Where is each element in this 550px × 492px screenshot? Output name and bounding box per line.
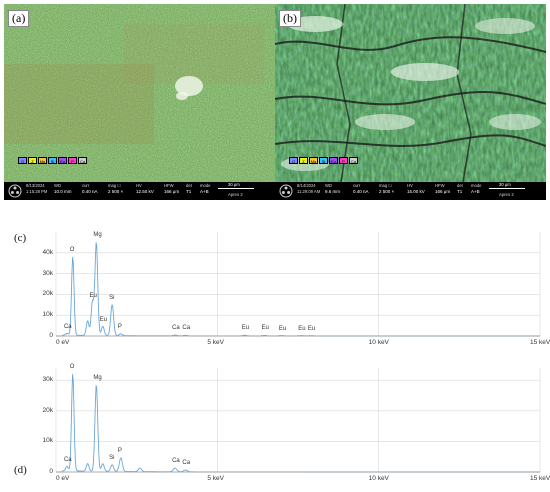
spectrum-svg-d <box>55 368 541 473</box>
det-a: T1 <box>186 189 192 194</box>
y-tick-label: 0 <box>49 332 53 339</box>
peak-label: Mg <box>93 374 102 381</box>
y-tick-label: 10k <box>42 437 53 445</box>
legend-o-b: O <box>289 157 298 164</box>
element-legend-a: O Z Mg Si Eu P Ca <box>18 150 88 164</box>
legend-ca-b: Ca <box>349 157 358 164</box>
peak-label: P <box>117 324 122 331</box>
peak-label: Ca <box>172 458 180 465</box>
peak-label: O <box>69 364 75 371</box>
info-bar-a: 8/13/2024 1:15:28 PM WD 10.0 mm curr 0.40 n… <box>4 182 275 200</box>
time-b: 11:29:09 AM <box>297 189 321 194</box>
hfw-a: 166 μm <box>164 189 180 194</box>
element-legend-b: O Z Mg Si Eu P Ca <box>289 150 359 164</box>
x-tick-label: 5 keV <box>207 475 224 482</box>
sem-panel-b: (b) O Z Mg Si Eu P Ca 8/14/2024 11:29:09 AM WD 9… <box>275 4 546 200</box>
panel-label-b: (b) <box>279 10 301 27</box>
x-tick-label: 15 keV <box>530 339 550 346</box>
mag-b: 2 500 × <box>379 189 395 194</box>
x-tick-label: 10 keV <box>368 339 389 346</box>
legend-p-b: P <box>339 157 348 164</box>
peak-label: Eu <box>99 316 108 323</box>
wd-a: 10.0 mm <box>54 189 72 194</box>
peak-label: O <box>69 246 75 253</box>
y-tick-label: 30k <box>42 376 53 384</box>
eds-spectrum-d: (d) 0 eV 5 keV 10 keV 15 keV 0 10k 20k 30k Ca O Mg… <box>0 362 550 488</box>
mode-b: A+B <box>471 189 480 194</box>
x-tick-label: 5 keV <box>207 339 224 346</box>
hfw-b: 166 μm <box>435 189 451 194</box>
microscope-logo-icon <box>8 184 22 198</box>
peak-label: Si <box>109 294 115 301</box>
wd-b: 9.6 mm <box>325 189 341 194</box>
microscope-logo-icon <box>279 184 293 198</box>
legend-p-a: P <box>68 157 77 164</box>
spectrum-line <box>56 374 540 473</box>
peak-label: Eu <box>241 325 250 332</box>
panel-label-a: (a) <box>8 10 30 27</box>
det-b: T1 <box>457 189 463 194</box>
scale-label-a: 30 μm <box>228 182 240 187</box>
legend-eu-b: Eu <box>329 157 338 164</box>
operator-b: Apreo 2 <box>499 192 514 197</box>
legend-z-b: Z <box>299 157 308 164</box>
legend-mg-b: Mg <box>309 157 318 164</box>
peak-label: Mg <box>93 232 102 239</box>
peak-label: Eu <box>298 325 306 332</box>
x-tick-label: 0 eV <box>56 475 70 482</box>
y-tick-label: 20k <box>42 406 53 414</box>
legend-z-a: Z <box>28 157 37 164</box>
legend-si-b: Si <box>319 157 328 164</box>
legend-si-a: Si <box>48 157 57 164</box>
peak-label: Ca <box>182 460 191 467</box>
eds-spectrum-c: (c) 0 eV 5 keV 10 keV 15 keV 0 10k 20k 30k 40k Ca… <box>0 226 550 358</box>
legend-o-a: O <box>18 157 27 164</box>
peak-label: Eu <box>307 325 316 332</box>
y-tick-label: 40k <box>42 248 53 256</box>
legend-eu-a: Eu <box>58 157 67 164</box>
legend-ca-a: Ca <box>78 157 87 164</box>
hv-b: 15.00 kV <box>407 189 425 194</box>
info-bar-b: 8/14/2024 11:29:09 AM WD 9.6 mm curr 0.40 n… <box>275 182 546 200</box>
curr-a: 0.40 nA <box>82 189 98 194</box>
scale-label-b: 30 μm <box>499 182 511 187</box>
operator-a: Apreo 2 <box>228 192 243 197</box>
legend-mg-a: Mg <box>38 157 47 164</box>
peak-label: Si <box>109 455 115 462</box>
spectrum-svg-c <box>55 232 541 337</box>
y-tick-label: 30k <box>42 269 53 277</box>
mag-a: 2 500 × <box>108 189 124 194</box>
peak-label: Ca <box>63 324 72 331</box>
y-tick-label: 20k <box>42 290 53 298</box>
peak-label: Eu <box>89 292 97 299</box>
time-a: 1:15:28 PM <box>26 189 48 194</box>
peak-label: Ca <box>172 325 180 332</box>
x-tick-label: 15 keV <box>530 475 550 482</box>
y-tick-label: 0 <box>49 468 53 475</box>
peak-label: P <box>117 448 122 455</box>
sem-panel-a: (a) O Z Mg Si Eu P Ca 8/13/2024 1:15:28 PM WD 10… <box>4 4 275 200</box>
peak-label: Ca <box>182 325 191 332</box>
peak-label: Ca <box>63 457 72 464</box>
peak-label: Eu <box>278 325 287 332</box>
curr-b: 0.40 nA <box>353 189 369 194</box>
x-tick-label: 10 keV <box>368 475 389 482</box>
spectrum-line <box>56 242 540 337</box>
hv-a: 12.50 kV <box>136 189 154 194</box>
x-tick-label: 0 eV <box>56 339 70 346</box>
mode-a: A+B <box>200 189 209 194</box>
peak-label: Eu <box>261 325 269 332</box>
y-tick-label: 10k <box>42 311 53 319</box>
